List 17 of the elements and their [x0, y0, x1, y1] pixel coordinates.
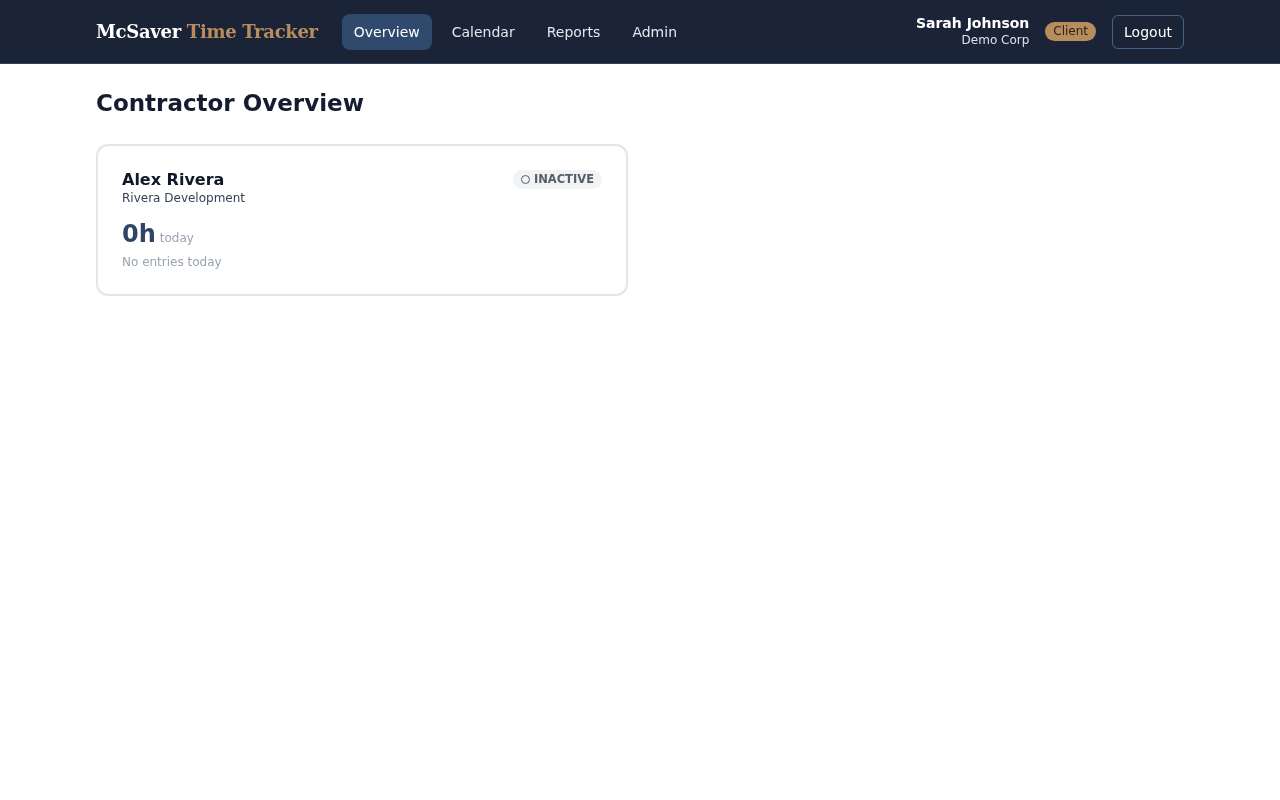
status-badge: INACTIVE	[512, 169, 602, 189]
contractor-company: Rivera Development	[122, 189, 246, 206]
logout-button[interactable]: Logout	[1112, 14, 1184, 49]
hours-caption: today	[159, 229, 194, 247]
user-company: Demo Corp	[960, 32, 1030, 48]
app-logo[interactable]: McSaver Time Tracker	[96, 18, 318, 45]
nav-tab[interactable]: Reports	[534, 13, 613, 50]
nav-tab[interactable]: Overview	[341, 13, 432, 50]
role-badge: Client	[1045, 22, 1097, 41]
page-title: Contractor Overview	[96, 90, 365, 118]
contractor-name: Alex Rivera	[122, 169, 226, 190]
nav-tab[interactable]: Admin	[620, 13, 689, 50]
user-name: Sarah Johnson	[915, 15, 1030, 32]
contractor-card[interactable]: Alex Rivera Rivera Development INACTIVE 0h today No entries today	[96, 143, 628, 296]
entries-note: No entries today	[122, 253, 223, 270]
hours-value: 0h	[122, 219, 156, 248]
nav-tab[interactable]: Calendar	[439, 13, 527, 50]
